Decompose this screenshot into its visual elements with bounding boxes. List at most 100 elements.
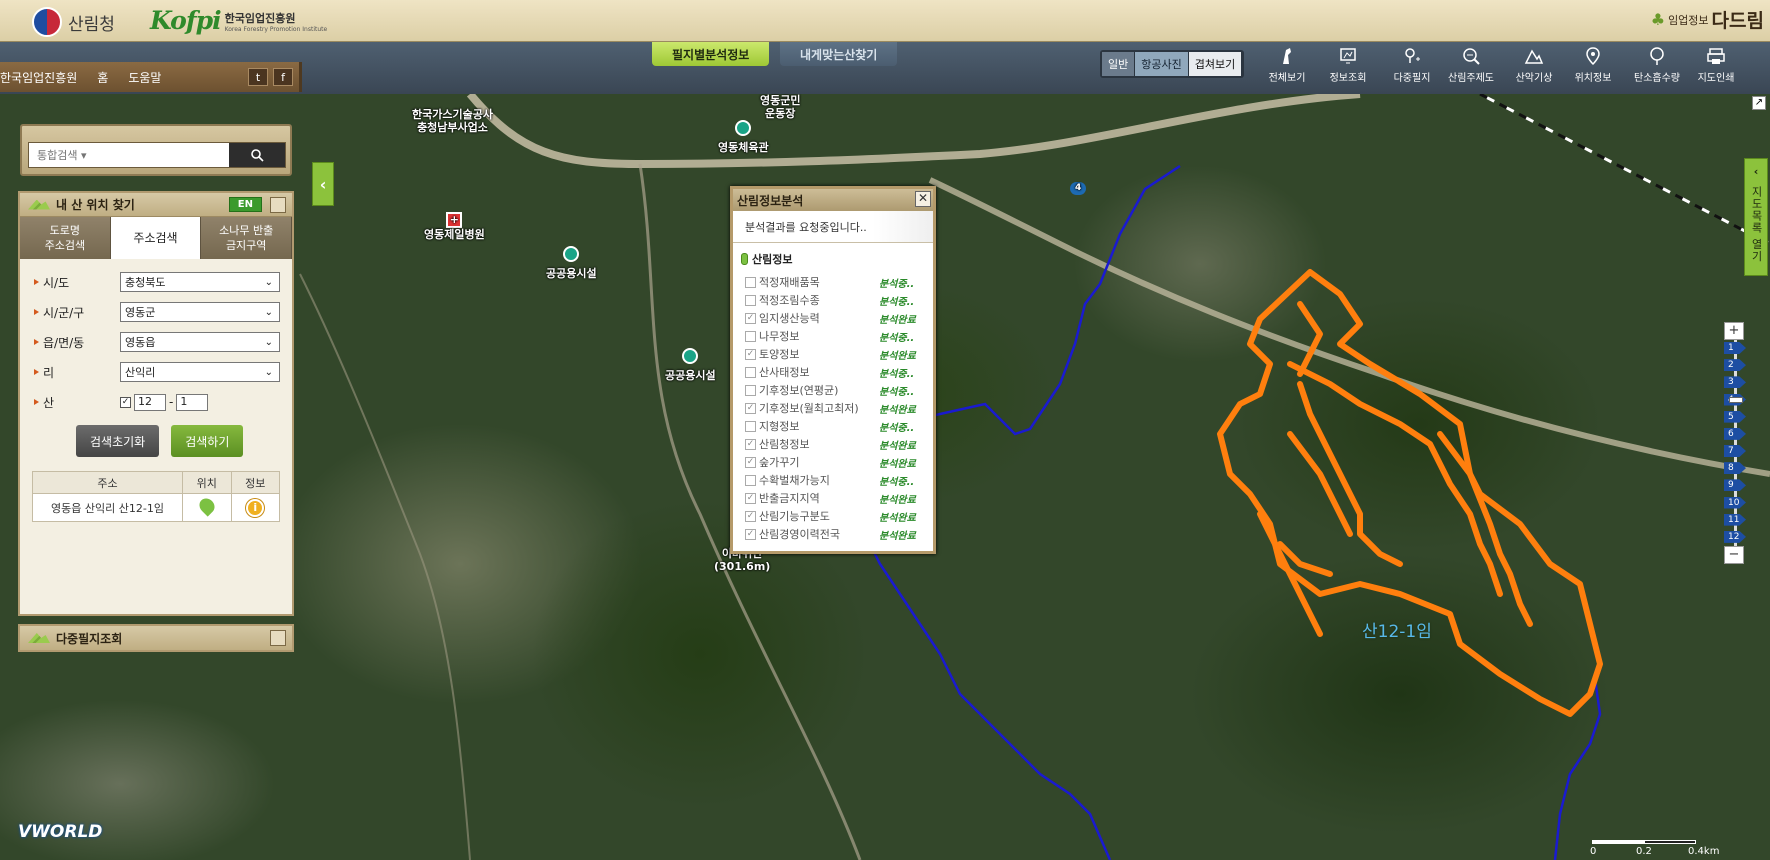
analysis-item-checkbox[interactable] (745, 384, 756, 396)
poi-yeongdong-gym[interactable]: 영동체육관 (718, 120, 769, 154)
search-submit-button[interactable]: 검색하기 (171, 425, 244, 457)
zoom-level-3[interactable]: 3 (1724, 376, 1746, 389)
zoom-level-2[interactable]: 2 (1724, 359, 1746, 372)
analysis-item-checkbox[interactable] (745, 294, 756, 306)
analysis-status: 분석중.. (879, 296, 915, 308)
poi-kogas-tech[interactable]: 한국가스기술공사 충청남부사업소 (412, 108, 493, 134)
sido-select[interactable]: 충청북도 ⌄ (120, 272, 280, 292)
breadcrumb-kofpi-link[interactable]: 한국임업진흥원 (0, 69, 77, 86)
search-input[interactable] (29, 143, 229, 167)
view-overlay-button[interactable]: 겹쳐보기 (1188, 52, 1243, 76)
sub-lot-input[interactable]: 1 (176, 393, 209, 411)
poi-yeongdong-stadium[interactable]: 영동군민 운동장 (760, 94, 800, 120)
expand-corner-icon[interactable]: ↗ (1752, 96, 1766, 110)
tool-multi-parcel[interactable]: 다중필지 (1387, 46, 1437, 84)
info-icon[interactable]: i (246, 498, 265, 517)
tool-full-view[interactable]: 전체보기 (1262, 46, 1312, 84)
tool-forest-theme[interactable]: 산림주제도 (1446, 46, 1496, 84)
analysis-item-checkbox[interactable]: ✓ (745, 510, 756, 522)
dialog-header[interactable]: 산림정보분석 (733, 189, 933, 211)
analysis-item-checkbox[interactable] (745, 420, 756, 432)
search-button[interactable] (229, 143, 285, 167)
dadrim-logo[interactable]: ♣ 임업정보 다드림 (1651, 6, 1764, 33)
field-sido: 시/도 충청북도 ⌄ (34, 267, 282, 297)
zoom-level-10[interactable]: 10 (1724, 496, 1746, 509)
view-normal-button[interactable]: 일반 (1102, 52, 1136, 76)
tool-mountain-weather[interactable]: 산악기상 (1509, 46, 1559, 84)
select-value: 충청북도 (125, 276, 166, 289)
zoom-level-5[interactable]: 5 (1724, 410, 1746, 423)
tab-road-address[interactable]: 도로명 주소검색 (20, 217, 111, 259)
analysis-item-checkbox[interactable]: ✓ (745, 492, 756, 504)
zoom-out-button[interactable]: − (1724, 546, 1744, 564)
zoom-level-12[interactable]: 12 (1724, 530, 1746, 543)
zoom-in-button[interactable]: + (1724, 322, 1744, 340)
ri-select[interactable]: 산익리 ⌄ (120, 362, 280, 382)
map-list-open-tab[interactable]: ‹ 지도목록 열기 (1744, 158, 1768, 276)
analysis-item-checkbox[interactable]: ✓ (745, 438, 756, 450)
san-checkbox[interactable]: ✓ (120, 396, 131, 408)
tab-pine-ban-zone[interactable]: 소나무 반출 금지구역 (201, 217, 293, 259)
sigungu-select[interactable]: 영동군 ⌄ (120, 302, 280, 322)
taegeuk-icon (32, 7, 62, 37)
poi-public-facility-1[interactable]: 공공용시설 (546, 246, 597, 280)
facebook-icon[interactable]: f (273, 68, 293, 86)
poi-yeongdong-hospital[interactable]: + 영동제일병원 (424, 212, 485, 241)
analysis-item-checkbox[interactable] (745, 330, 756, 342)
zoom-control: + 123456789101112 − (1724, 322, 1746, 570)
zoom-level-11[interactable]: 11 (1724, 513, 1746, 526)
analysis-item-checkbox[interactable] (745, 276, 756, 288)
forest-service-logo[interactable]: 산림청 (32, 7, 115, 37)
close-button[interactable]: ✕ (915, 191, 931, 207)
view-aerial-button[interactable]: 항공사진 (1135, 52, 1189, 76)
main-lot-input[interactable]: 12 (134, 393, 166, 411)
section-forest-info: 산림정보 (741, 251, 933, 267)
tab-address[interactable]: 주소검색 (110, 217, 202, 259)
analysis-item-checkbox[interactable]: ✓ (745, 312, 756, 324)
tool-location-info[interactable]: 위치정보 (1568, 46, 1618, 84)
kofpi-logo[interactable]: Kofpi 한국임업진흥원 Korea Forestry Promotion I… (150, 6, 327, 35)
tab-parcel-analysis[interactable]: 필지별분석정보 (652, 42, 770, 66)
poi-label: 영동체육관 (718, 141, 769, 154)
map-pin-icon[interactable] (196, 495, 218, 517)
panel-header[interactable]: 다중필지조회 (20, 626, 292, 650)
zoom-slider-thumb[interactable] (1729, 396, 1743, 403)
zoom-level-7[interactable]: 7 (1724, 445, 1746, 457)
analysis-item: ✓ 산림청정보 분석완료 (745, 435, 933, 453)
parcel-label[interactable]: 산12-1임 (1362, 617, 1432, 642)
analysis-item-checkbox[interactable]: ✓ (745, 348, 756, 360)
reset-search-button[interactable]: 검색초기화 (76, 425, 160, 457)
poi-public-facility-2[interactable]: 공공용시설 (665, 348, 716, 382)
hospital-icon: + (446, 212, 463, 228)
table-row[interactable]: 영동읍 산익리 산12-1임 i (32, 493, 280, 522)
breadcrumb-home-link[interactable]: 홈 (97, 69, 108, 86)
breadcrumb-help-link[interactable]: 도움말 (128, 69, 161, 86)
eupmyeondong-select[interactable]: 영동읍 ⌄ (120, 332, 280, 352)
multi-parcel-icon (1405, 48, 1420, 63)
tool-info-query[interactable]: 정보조회 (1323, 46, 1373, 84)
mountain-icon (28, 633, 50, 643)
zoom-level-9[interactable]: 9 (1724, 479, 1746, 492)
zoom-level-8[interactable]: 8 (1724, 462, 1746, 475)
zoom-level-6[interactable]: 6 (1724, 427, 1746, 440)
result-info-cell[interactable]: i (230, 493, 280, 522)
analysis-item-checkbox[interactable]: ✓ (745, 402, 756, 414)
zoom-level-1[interactable]: 1 (1724, 342, 1746, 354)
twitter-icon[interactable]: t (248, 68, 268, 86)
result-address[interactable]: 영동읍 산익리 산12-1임 (32, 493, 183, 522)
tool-carbon-storage[interactable]: 탄소흡수량 (1632, 46, 1682, 84)
tab-find-mountain[interactable]: 내게맞는산찾기 (780, 42, 898, 66)
left-panel-collapse-button[interactable]: ‹ (312, 162, 334, 206)
analysis-item-checkbox[interactable] (745, 474, 756, 486)
expand-button[interactable] (270, 630, 286, 646)
analysis-item-checkbox[interactable] (745, 366, 756, 378)
result-location-cell[interactable] (182, 493, 232, 522)
tool-map-print[interactable]: 지도인쇄 (1691, 46, 1741, 84)
field-san: 산 ✓ 12 - 1 (34, 387, 282, 417)
vworld-logo[interactable]: VWORLD (18, 822, 102, 842)
analysis-item-checkbox[interactable]: ✓ (745, 528, 756, 540)
english-toggle-button[interactable]: EN (228, 197, 262, 212)
minimize-button[interactable] (270, 197, 286, 213)
analysis-item-checkbox[interactable]: ✓ (745, 456, 756, 468)
panel-title: 다중필지조회 (56, 631, 123, 646)
